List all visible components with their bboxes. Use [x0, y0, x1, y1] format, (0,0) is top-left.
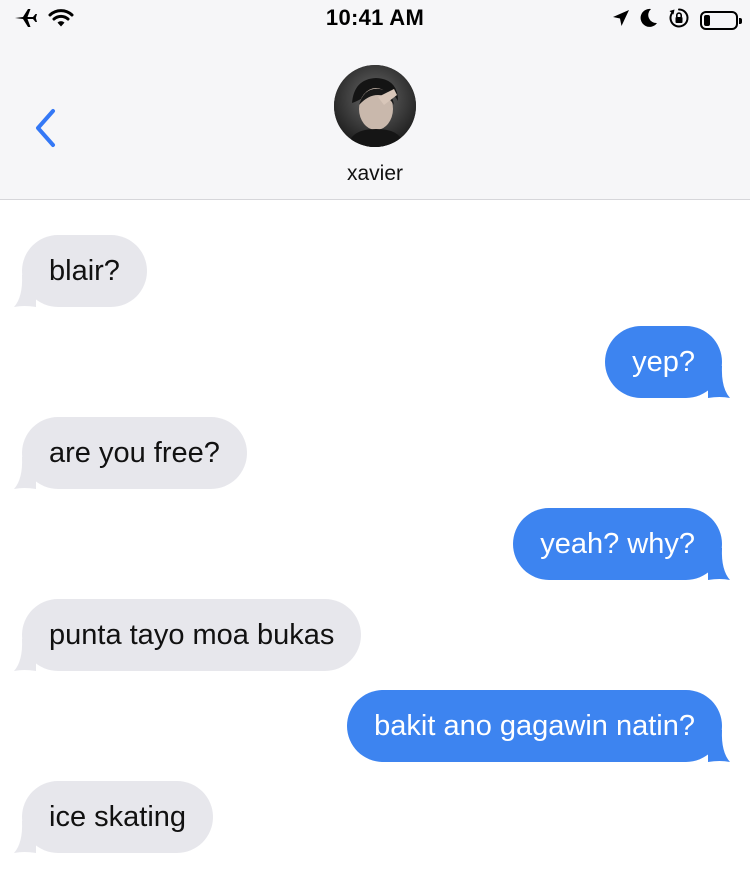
- bubble-tail: [708, 548, 730, 580]
- moon-icon: [640, 8, 658, 33]
- status-right: [612, 6, 742, 34]
- bubble-tail: [708, 366, 730, 398]
- message-list: blair? yep? are you free? yeah? why? pun…: [0, 200, 750, 869]
- battery-cap: [739, 17, 742, 24]
- message-text: yep?: [632, 345, 695, 378]
- bubble-tail: [14, 821, 36, 853]
- incoming-message-bubble[interactable]: punta tayo moa bukas: [14, 599, 362, 671]
- bubble-tail: [14, 275, 36, 307]
- status-bar: 10:41 AM: [0, 0, 750, 40]
- message-text: punta tayo moa bukas: [49, 618, 335, 651]
- message-text: yeah? why?: [540, 527, 695, 560]
- incoming-message-bubble[interactable]: are you free?: [14, 417, 247, 489]
- incoming-message-bubble[interactable]: blair?: [14, 235, 147, 307]
- avatar[interactable]: [334, 65, 416, 147]
- outgoing-message-bubble[interactable]: bakit ano gagawin natin?: [347, 690, 730, 762]
- message-text: ice skating: [49, 800, 187, 833]
- contact-name[interactable]: xavier: [0, 162, 750, 186]
- bubble-tail: [14, 457, 36, 489]
- outgoing-message-bubble[interactable]: yeah? why?: [513, 508, 730, 580]
- outgoing-message-bubble[interactable]: yep?: [605, 326, 730, 398]
- message-text: blair?: [49, 254, 120, 287]
- chevron-left-icon: [33, 108, 57, 153]
- message-text: bakit ano gagawin natin?: [374, 709, 695, 742]
- rotation-lock-icon: [668, 7, 690, 34]
- incoming-message-bubble[interactable]: ice skating: [14, 781, 214, 853]
- message-text: are you free?: [49, 436, 220, 469]
- battery-level: [704, 14, 710, 26]
- conversation-header: xavier: [0, 40, 750, 200]
- back-button[interactable]: [28, 108, 62, 152]
- battery-icon: [700, 10, 742, 30]
- location-icon: [612, 8, 630, 33]
- bubble-tail: [708, 730, 730, 762]
- messages-screen: 10:41 AM xavier blair? yep? are you free…: [0, 0, 750, 869]
- bubble-tail: [14, 639, 36, 671]
